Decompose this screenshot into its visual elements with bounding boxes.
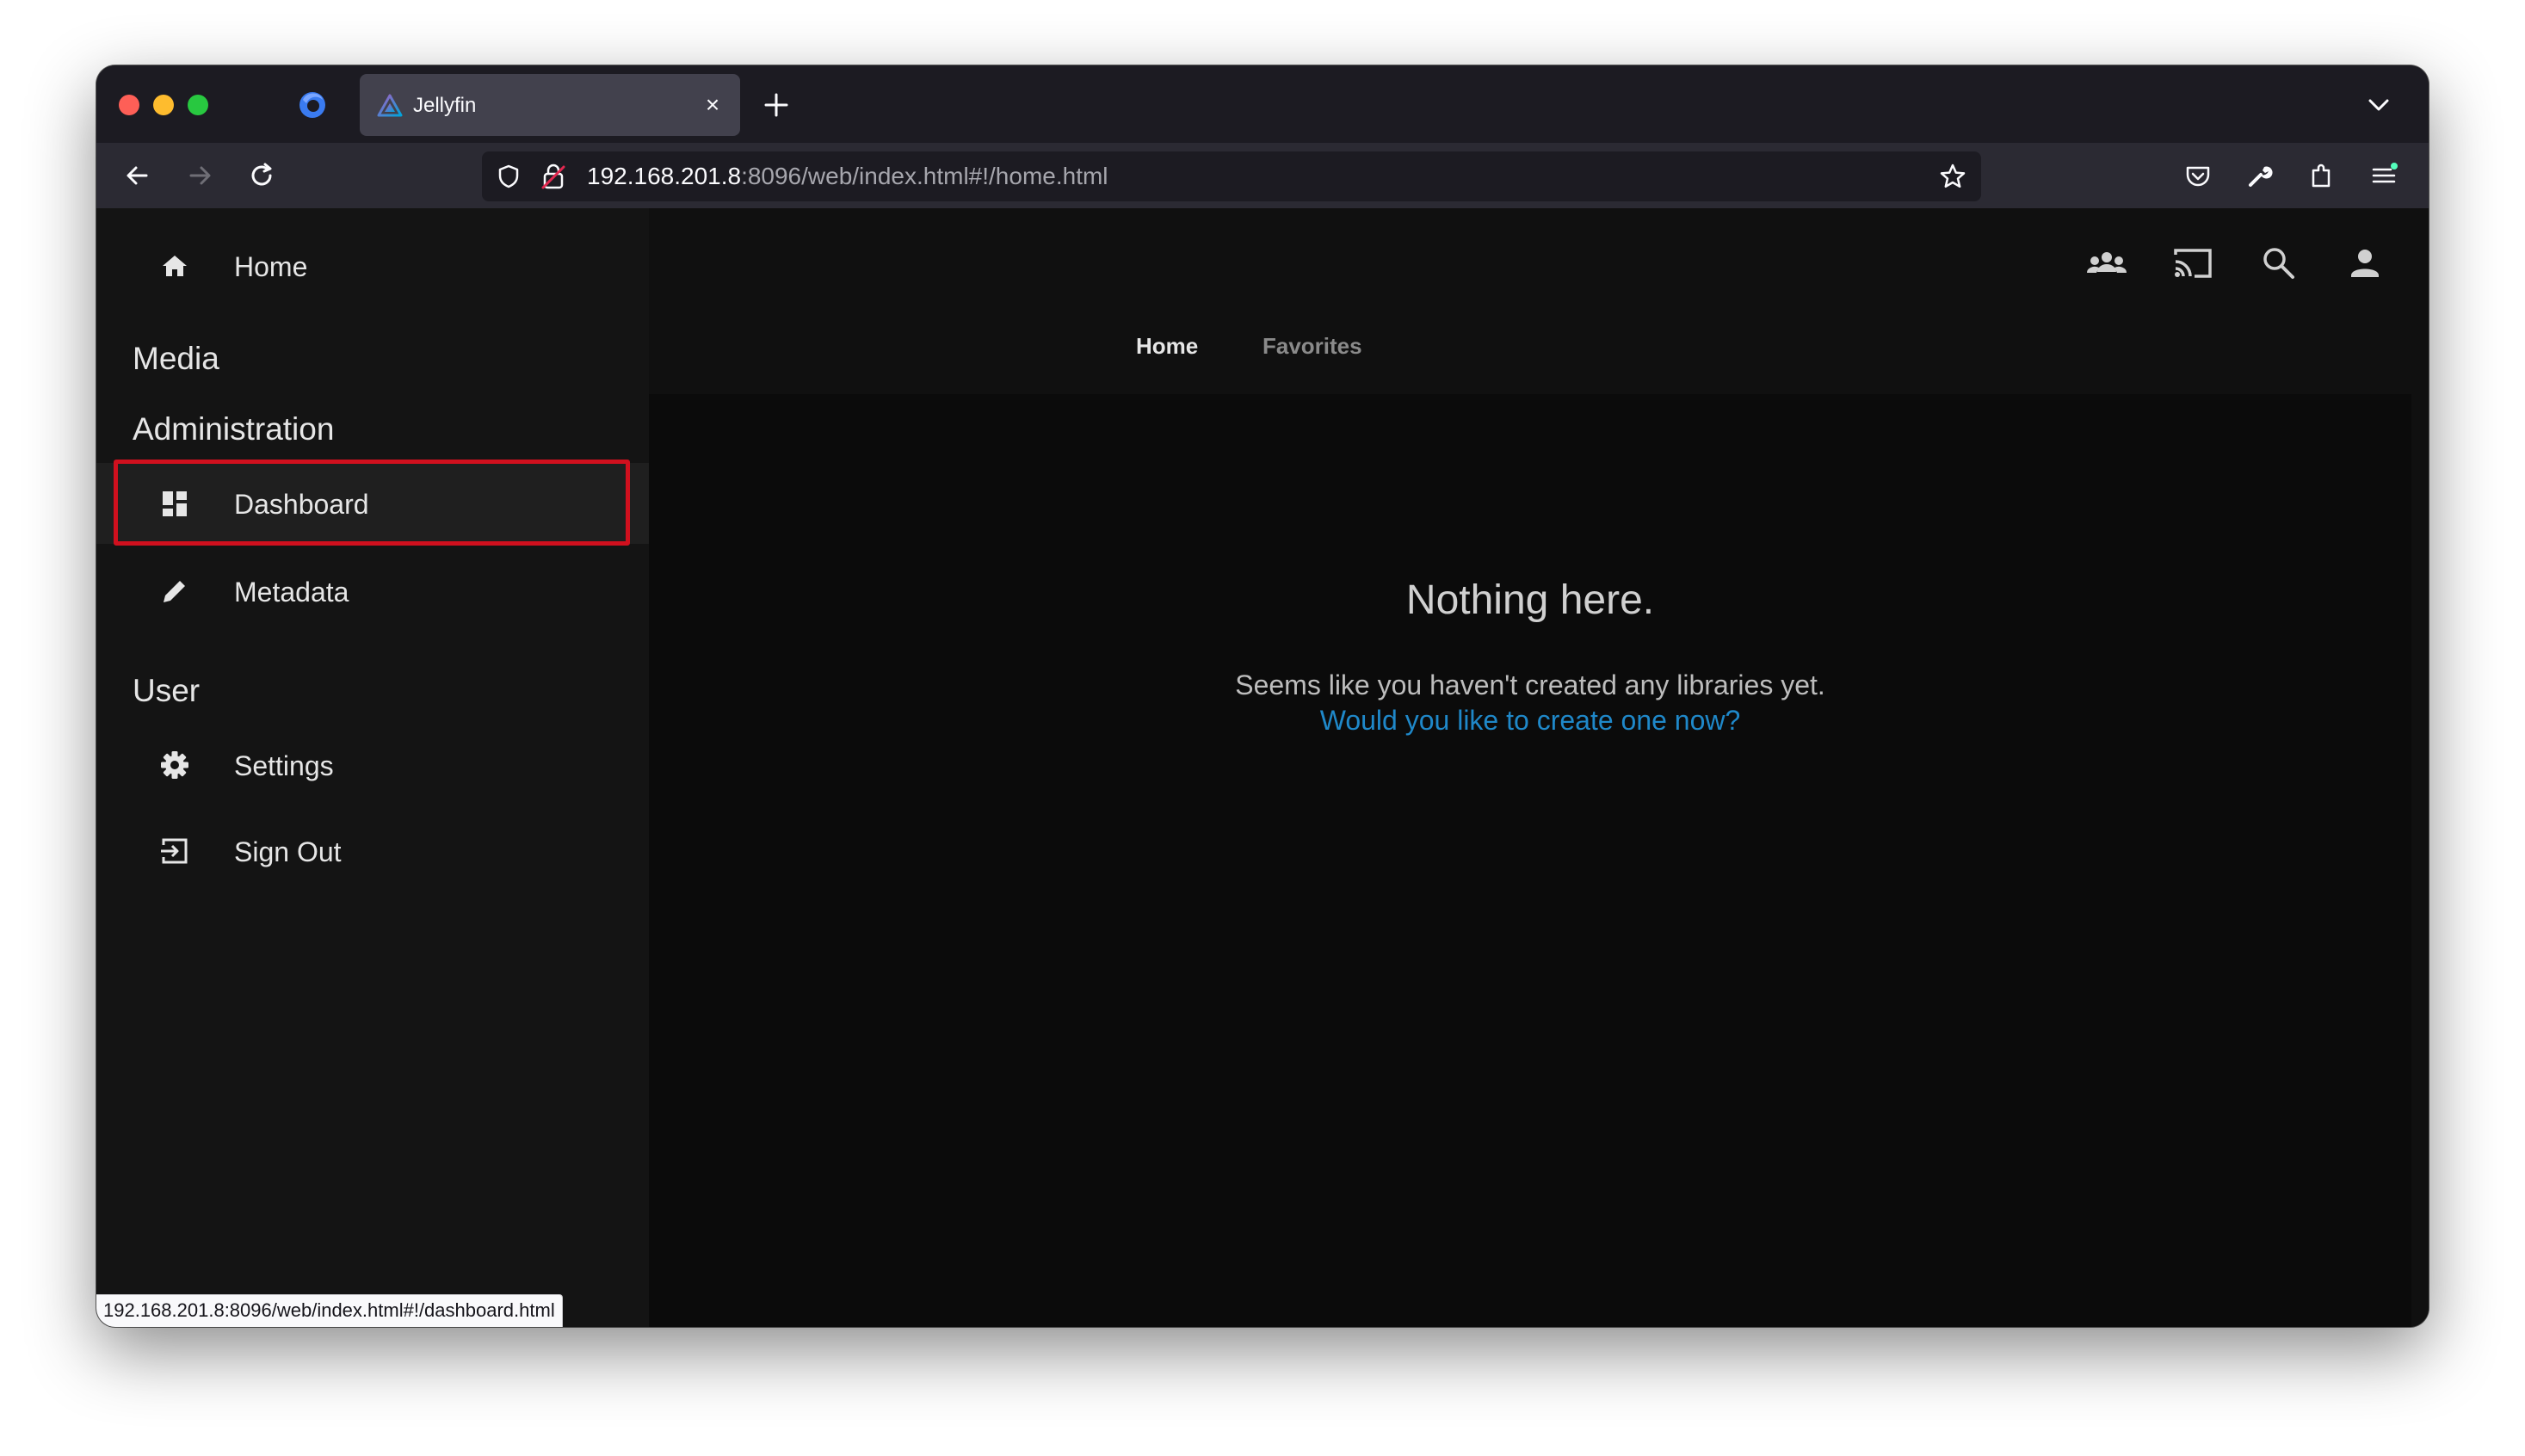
search-icon[interactable] bbox=[2255, 239, 2303, 287]
jellyfin-logo-icon bbox=[377, 93, 403, 119]
browser-tab-jellyfin[interactable]: Jellyfin × bbox=[360, 74, 740, 136]
sidebar-item-label: Sign Out bbox=[234, 836, 342, 867]
screenshot-stage: Jellyfin × 192.168.201.8:8096/web/index.… bbox=[0, 0, 2525, 1456]
user-icon[interactable] bbox=[2341, 239, 2389, 287]
dashboard-icon bbox=[158, 487, 191, 520]
app-menu-icon[interactable] bbox=[2368, 160, 2399, 191]
tab-favorites[interactable]: Favorites bbox=[1262, 332, 1362, 360]
browser-window: Jellyfin × 192.168.201.8:8096/web/index.… bbox=[96, 65, 2429, 1327]
pocket-icon[interactable] bbox=[2182, 160, 2213, 191]
minimize-window-button[interactable] bbox=[153, 95, 174, 115]
sidebar-item-metadata[interactable]: Metadata bbox=[96, 551, 649, 632]
sidebar-item-settings[interactable]: Settings bbox=[96, 725, 649, 805]
empty-state-title: Nothing here. bbox=[1405, 577, 1655, 623]
main-content: Home Favorites Nothing here. Seems like … bbox=[649, 208, 2429, 1327]
status-bar-link-preview: 192.168.201.8:8096/web/index.html#!/dash… bbox=[96, 1294, 563, 1327]
tracking-protection-shield-icon[interactable] bbox=[496, 163, 522, 189]
create-library-link[interactable]: Would you like to create one now? bbox=[649, 702, 2411, 738]
insecure-lock-icon[interactable] bbox=[540, 162, 566, 191]
sidebar-heading-media: Media bbox=[133, 341, 219, 376]
group-icon[interactable] bbox=[2083, 239, 2131, 287]
url-host: 192.168.201.8 bbox=[587, 163, 742, 189]
content-header: Home Favorites bbox=[649, 208, 2429, 394]
reload-icon[interactable] bbox=[246, 160, 277, 191]
gear-icon bbox=[158, 749, 191, 781]
zoom-window-button[interactable] bbox=[188, 95, 208, 115]
sidebar: Home Media Administration Dashboard Meta… bbox=[96, 208, 649, 1327]
content-body: Nothing here. Seems like you haven't cre… bbox=[649, 394, 2411, 1327]
home-icon bbox=[158, 250, 191, 282]
sidebar-heading-administration: Administration bbox=[133, 411, 335, 447]
sidebar-item-label: Metadata bbox=[234, 577, 349, 608]
sidebar-item-label: Settings bbox=[234, 750, 334, 781]
tab-title: Jellyfin bbox=[413, 94, 477, 117]
tab-home[interactable]: Home bbox=[1136, 332, 1198, 360]
bookmark-star-icon[interactable] bbox=[1938, 162, 1967, 191]
sidebar-item-label: Dashboard bbox=[234, 489, 369, 520]
extensions-puzzle-icon[interactable] bbox=[2306, 160, 2337, 191]
sidebar-item-label: Home bbox=[234, 251, 308, 282]
tab-list-chevron-down-icon[interactable] bbox=[2363, 89, 2394, 120]
url-text[interactable]: 192.168.201.8:8096/web/index.html#!/home… bbox=[587, 163, 1108, 189]
firefox-view-icon[interactable] bbox=[296, 88, 329, 120]
forward-arrow-icon[interactable] bbox=[184, 160, 215, 191]
url-bar[interactable]: 192.168.201.8:8096/web/index.html#!/home… bbox=[482, 151, 1981, 201]
cast-icon[interactable] bbox=[2169, 239, 2217, 287]
tab-close-icon[interactable]: × bbox=[697, 89, 728, 120]
sidebar-item-dashboard[interactable]: Dashboard bbox=[96, 463, 649, 544]
content-tabs: Home Favorites bbox=[649, 324, 2429, 375]
jellyfin-page: Home Media Administration Dashboard Meta… bbox=[96, 208, 2429, 1327]
pencil-icon bbox=[158, 575, 191, 608]
new-tab-plus-icon[interactable] bbox=[759, 88, 793, 122]
url-path: :8096/web/index.html#!/home.html bbox=[741, 163, 1108, 189]
exit-icon bbox=[158, 835, 191, 867]
tab-strip: Jellyfin × bbox=[96, 65, 2429, 143]
back-arrow-icon[interactable] bbox=[122, 160, 153, 191]
close-window-button[interactable] bbox=[119, 95, 139, 115]
navigation-toolbar: 192.168.201.8:8096/web/index.html#!/home… bbox=[96, 143, 2429, 208]
empty-state-text: Seems like you haven't created any libra… bbox=[1235, 669, 1825, 700]
sidebar-item-home[interactable]: Home bbox=[96, 225, 649, 306]
sidebar-item-sign-out[interactable]: Sign Out bbox=[96, 811, 649, 891]
wrench-icon[interactable] bbox=[2244, 160, 2275, 191]
sidebar-heading-user: User bbox=[133, 673, 201, 708]
